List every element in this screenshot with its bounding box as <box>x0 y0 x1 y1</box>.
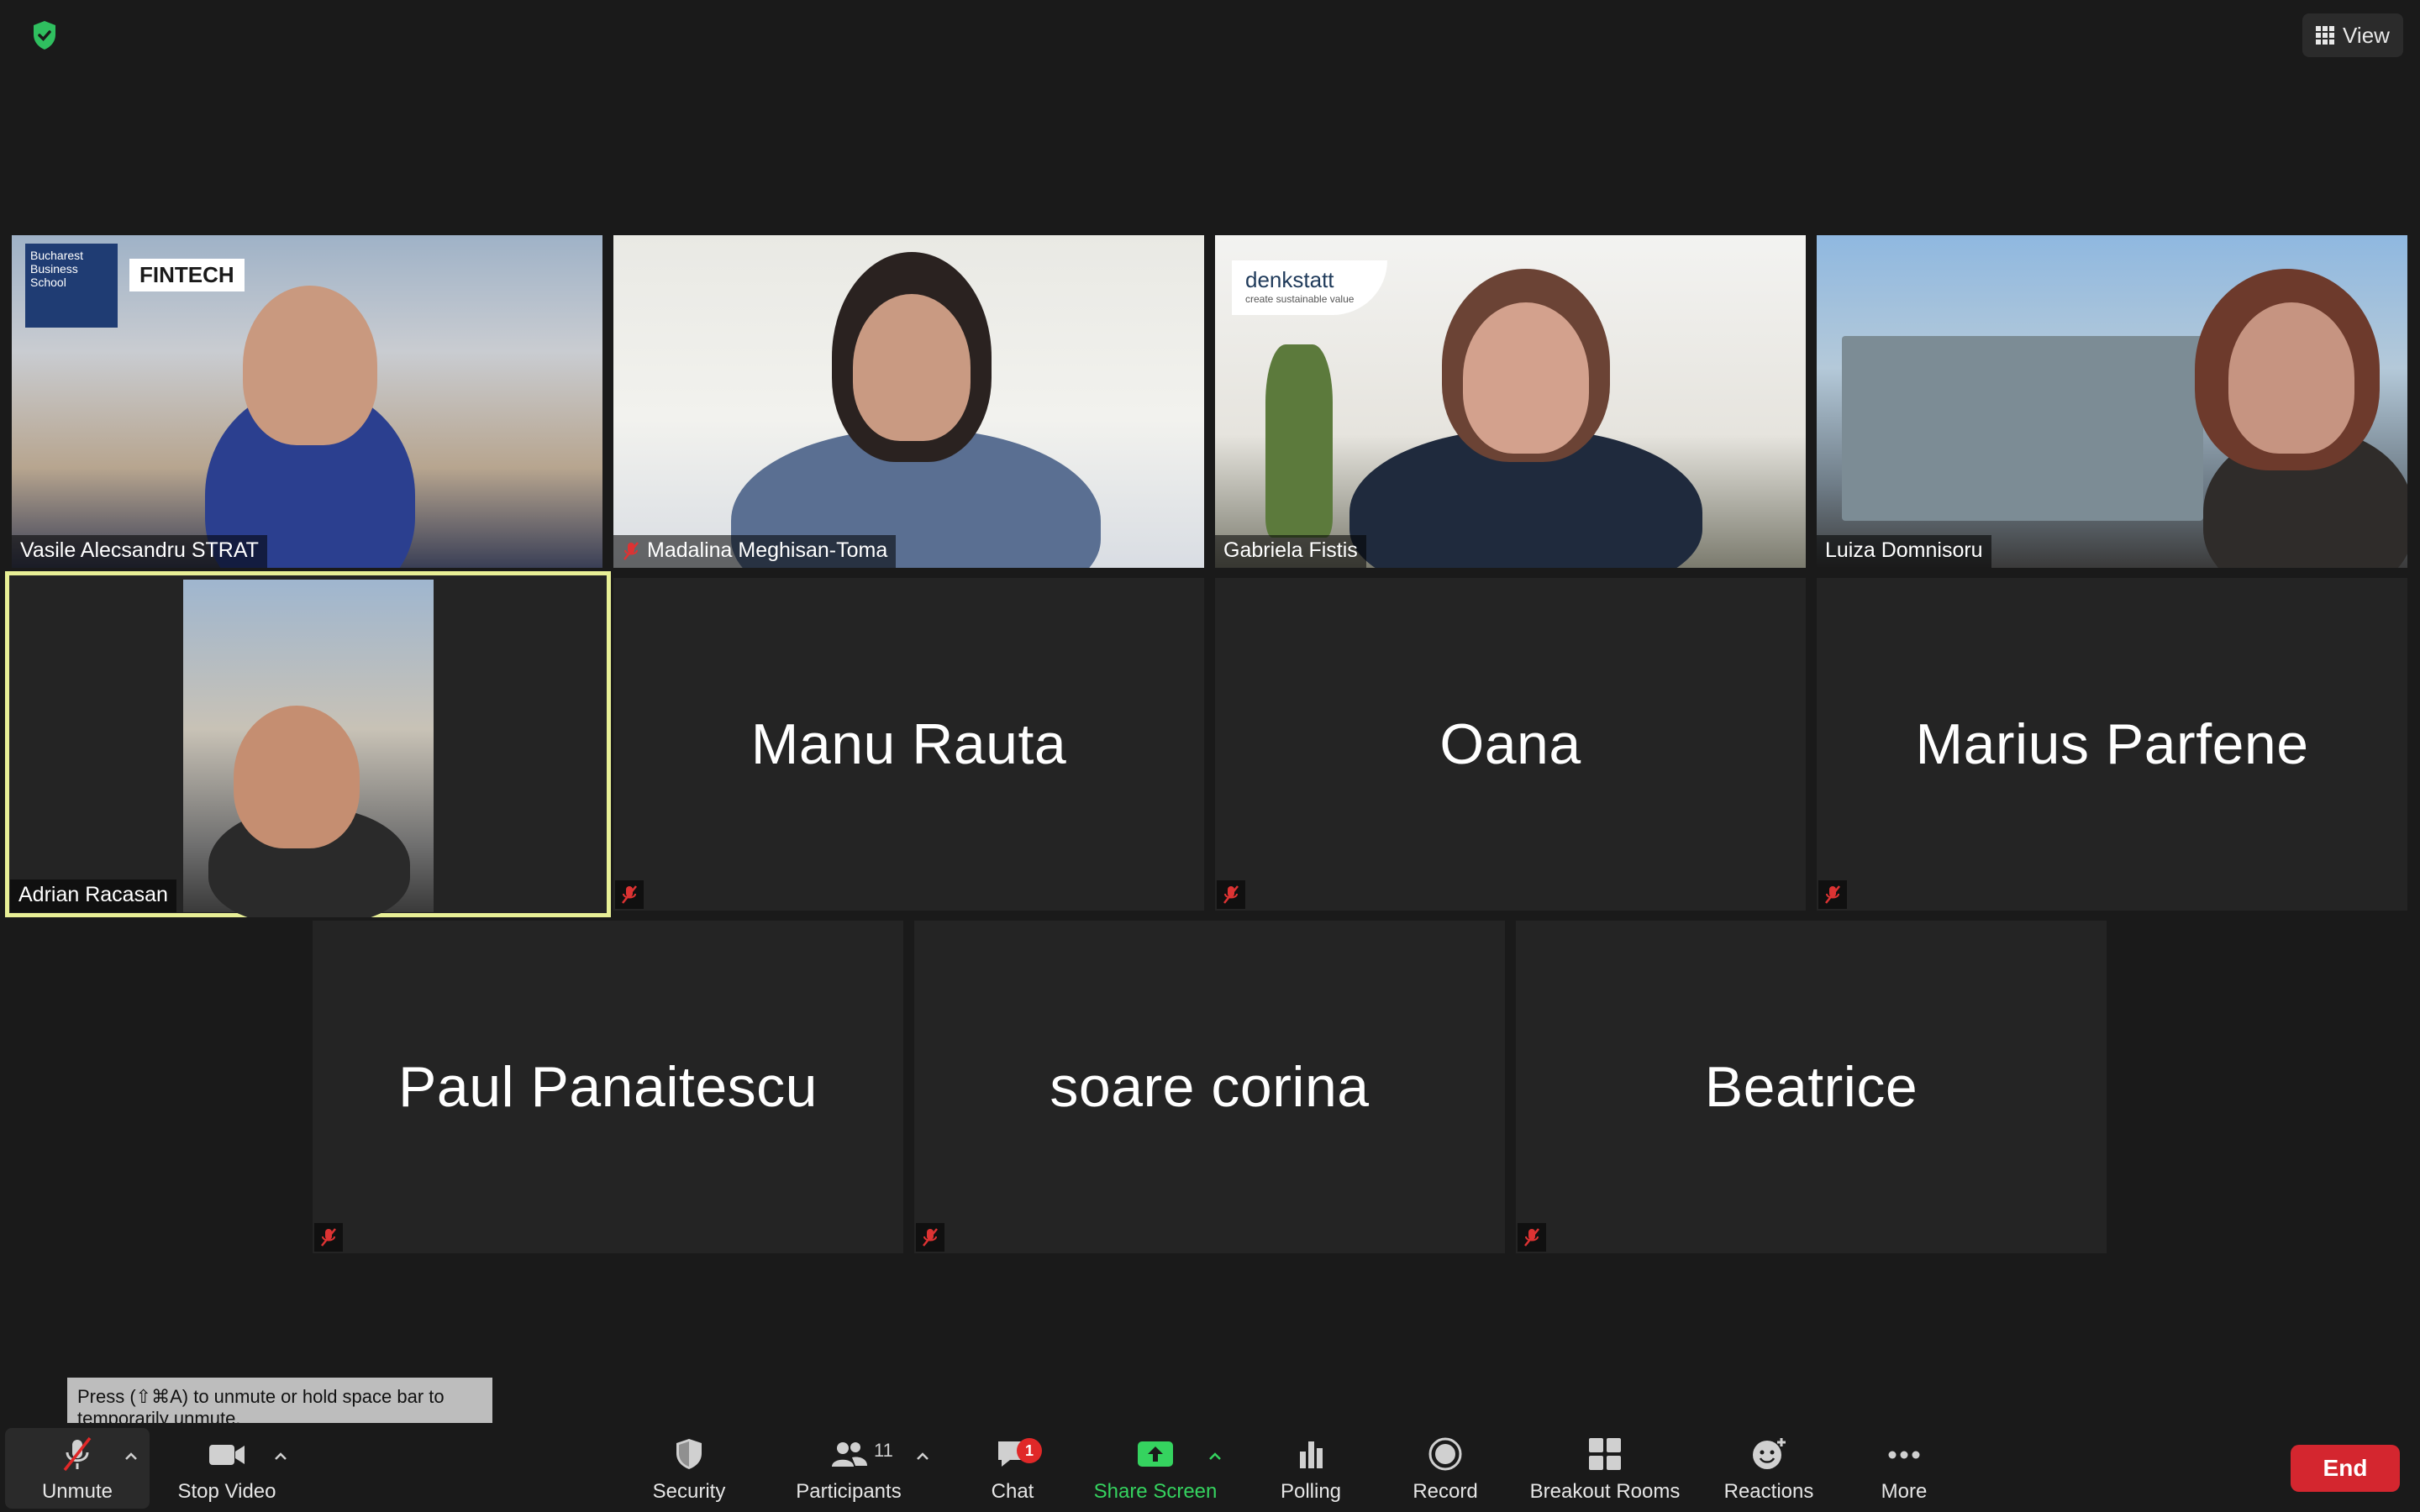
denkstatt-logo: denkstatt create sustainable value <box>1232 260 1388 315</box>
participant-name: Manu Rauta <box>750 712 1067 776</box>
participant-tile[interactable]: Bucharest Business School FINTECH Vasile… <box>12 235 602 568</box>
participant-tile[interactable]: soare corina <box>914 921 1505 1253</box>
chat-label: Chat <box>991 1480 1034 1503</box>
polling-label: Polling <box>1280 1480 1342 1503</box>
security-label: Security <box>652 1480 726 1503</box>
polling-button[interactable]: Polling <box>1260 1423 1361 1512</box>
more-button[interactable]: More <box>1854 1423 1954 1512</box>
person-face <box>853 294 971 441</box>
breakout-rooms-icon <box>1589 1438 1621 1470</box>
reactions-button[interactable]: Reactions <box>1714 1423 1823 1512</box>
chat-button[interactable]: Chat <box>966 1423 1059 1512</box>
plant <box>1265 344 1333 538</box>
participant-name: Vasile Alecsandru STRAT <box>20 538 259 562</box>
building <box>1842 336 2203 521</box>
record-icon <box>1428 1437 1462 1471</box>
share-screen-icon <box>1138 1441 1173 1467</box>
unmute-label: Unmute <box>41 1480 113 1503</box>
fintech-logo: FINTECH <box>129 259 245 291</box>
stop-video-button[interactable]: Stop Video <box>168 1423 286 1512</box>
participant-name: Marius Parfene <box>1915 712 2309 776</box>
polling-icon <box>1300 1441 1323 1468</box>
chevron-up-icon[interactable] <box>1207 1448 1223 1465</box>
chevron-up-icon[interactable] <box>272 1448 289 1465</box>
mute-badge <box>1518 1223 1546 1252</box>
mic-off-icon <box>1223 885 1239 904</box>
stop-video-label: Stop Video <box>177 1480 276 1503</box>
mic-off-icon <box>623 541 639 560</box>
mute-badge <box>1818 880 1847 909</box>
person-face <box>2228 302 2354 454</box>
person-face <box>1463 302 1589 454</box>
participant-tile[interactable]: denkstatt create sustainable value Gabri… <box>1215 235 1806 568</box>
mic-off-icon <box>622 885 637 904</box>
participant-tile[interactable]: Marius Parfene <box>1817 578 2407 911</box>
view-label: View <box>2343 22 2390 48</box>
mic-off-icon <box>923 1228 938 1247</box>
mic-off-icon <box>321 1228 336 1247</box>
meeting-toolbar: Unmute Stop Video Security Participants … <box>0 1423 2420 1512</box>
participant-name: Adrian Racasan <box>18 883 168 906</box>
more-label: More <box>1881 1480 1928 1503</box>
mute-badge <box>1217 880 1245 909</box>
chevron-up-icon[interactable] <box>914 1448 931 1465</box>
grid-icon <box>2316 26 2335 45</box>
participant-name: Beatrice <box>1704 1055 1918 1119</box>
participant-name-tag: Luiza Domnisoru <box>1817 535 1991 568</box>
participant-name-tag: Vasile Alecsandru STRAT <box>12 535 267 568</box>
mic-off-icon <box>63 1436 92 1472</box>
participant-name: Gabriela Fistis <box>1223 538 1358 562</box>
security-shield-icon <box>676 1439 702 1469</box>
participant-name: Madalina Meghisan-Toma <box>647 538 888 562</box>
person-face <box>234 706 360 848</box>
participant-name: Oana <box>1439 712 1581 776</box>
participant-name: soare corina <box>1050 1055 1370 1119</box>
participant-tile[interactable]: Paul Panaitescu <box>313 921 903 1253</box>
participant-name-tag: Adrian Racasan <box>10 879 176 912</box>
participants-icon <box>832 1442 867 1467</box>
participant-name-tag: Gabriela Fistis <box>1215 535 1366 568</box>
share-screen-button[interactable]: Share Screen <box>1084 1423 1227 1512</box>
view-button[interactable]: View <box>2302 13 2403 57</box>
breakout-rooms-label: Breakout Rooms <box>1529 1480 1681 1503</box>
participants-label: Participants <box>796 1480 902 1503</box>
mute-badge <box>314 1223 343 1252</box>
more-icon <box>1888 1451 1920 1459</box>
school-logo: Bucharest Business School <box>25 244 118 328</box>
participant-tile[interactable]: Manu Rauta <box>613 578 1204 911</box>
participant-name: Paul Panaitescu <box>398 1055 818 1119</box>
denkstatt-logo-text: denkstatt <box>1245 267 1334 292</box>
participants-count: 11 <box>874 1440 893 1461</box>
record-button[interactable]: Record <box>1395 1423 1496 1512</box>
participants-button[interactable]: Participants <box>781 1423 916 1512</box>
chevron-up-icon[interactable] <box>123 1448 139 1465</box>
participant-tile-active-speaker[interactable]: Adrian Racasan <box>5 571 611 917</box>
mute-badge <box>615 880 644 909</box>
unmute-button[interactable]: Unmute <box>25 1423 129 1512</box>
mic-off-icon <box>1825 885 1840 904</box>
participant-tile[interactable]: Luiza Domnisoru <box>1817 235 2407 568</box>
participant-tile[interactable]: Madalina Meghisan-Toma <box>613 235 1204 568</box>
participant-tile[interactable]: Beatrice <box>1516 921 2107 1253</box>
chat-unread-badge: 1 <box>1017 1438 1042 1463</box>
shield-check-icon[interactable] <box>32 20 57 50</box>
participant-name-tag: Madalina Meghisan-Toma <box>613 535 897 568</box>
mute-badge <box>916 1223 944 1252</box>
reactions-icon <box>1753 1438 1786 1469</box>
breakout-rooms-button[interactable]: Breakout Rooms <box>1521 1423 1689 1512</box>
share-screen-label: Share Screen <box>1093 1480 1218 1503</box>
record-label: Record <box>1413 1480 1478 1503</box>
denkstatt-tagline: create sustainable value <box>1245 293 1355 305</box>
video-feed <box>183 580 434 917</box>
reactions-label: Reactions <box>1723 1480 1814 1503</box>
security-button[interactable]: Security <box>639 1423 739 1512</box>
end-meeting-button[interactable]: End <box>2291 1445 2400 1492</box>
participant-name: Luiza Domnisoru <box>1825 538 1983 562</box>
mic-off-icon <box>1524 1228 1539 1247</box>
camera-icon <box>209 1445 245 1465</box>
participant-tile[interactable]: Oana <box>1215 578 1806 911</box>
person-face <box>243 286 377 445</box>
